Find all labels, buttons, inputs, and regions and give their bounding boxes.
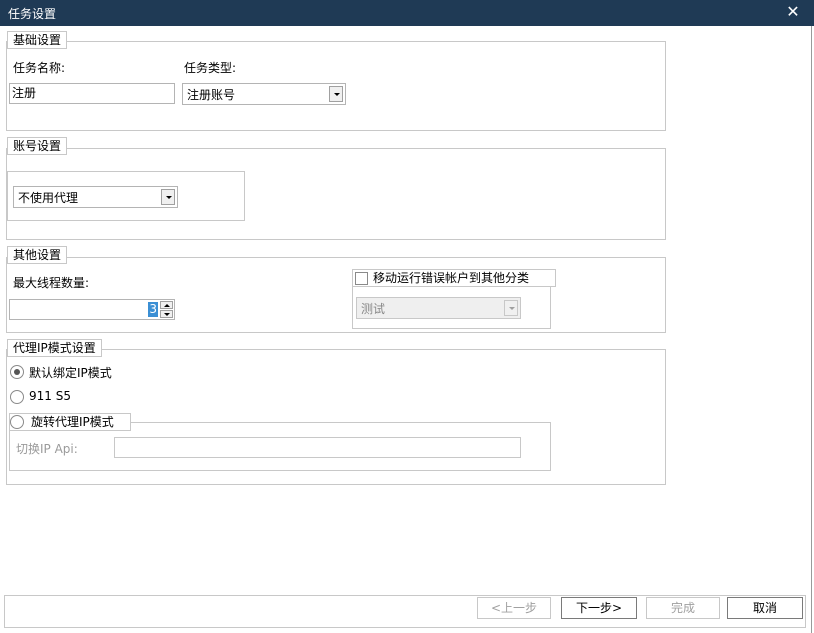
category-select: 测试 [356, 297, 521, 319]
radio-default-bind-ip-label[interactable]: 默认绑定IP模式 [29, 364, 112, 381]
close-icon[interactable]: ✕ [784, 3, 802, 21]
task-name-input[interactable]: 注册 [9, 83, 175, 104]
radio-911-s5[interactable] [10, 390, 24, 404]
switch-ip-api-label: 切换IP Api: [16, 442, 78, 456]
task-name-label: 任务名称: [13, 61, 66, 75]
other-settings-legend: 其他设置 [7, 246, 68, 264]
category-value: 测试 [361, 302, 386, 316]
radio-default-bind-ip[interactable] [10, 365, 24, 379]
max-threads-value: 3 [148, 302, 158, 317]
chevron-down-icon[interactable] [161, 189, 175, 205]
dialog-body: 基础设置 任务名称: 注册 任务类型: 注册账号 账号设置 不使用代理 其他设置… [0, 26, 812, 633]
chevron-down-icon [504, 300, 518, 316]
move-category-legend: 移动运行错误帐户到其他分类 [352, 269, 556, 287]
account-settings-legend: 账号设置 [7, 137, 68, 155]
max-threads-stepper[interactable]: 3 [9, 299, 175, 320]
cancel-button[interactable]: 取消 [727, 597, 803, 619]
task-type-select[interactable]: 注册账号 [182, 83, 346, 105]
chevron-down-icon[interactable] [329, 86, 343, 102]
radio-rotating-ip[interactable] [10, 415, 24, 429]
other-settings-group [6, 257, 666, 333]
finish-button[interactable]: 完成 [646, 597, 720, 619]
prev-button[interactable]: <上一步 [477, 597, 551, 619]
task-type-value: 注册账号 [187, 88, 236, 102]
move-category-label: 移动运行错误帐户到其他分类 [373, 271, 530, 285]
chevron-down-icon[interactable] [160, 310, 173, 318]
title-bar: 任务设置 ✕ [0, 0, 814, 26]
move-category-checkbox[interactable] [355, 272, 368, 285]
rotating-proxy-legend: 旋转代理IP模式 [9, 413, 131, 431]
proxy-select[interactable]: 不使用代理 [13, 186, 178, 208]
window-title: 任务设置 [8, 7, 57, 21]
task-type-label: 任务类型: [184, 61, 237, 75]
max-threads-label: 最大线程数量: [13, 276, 90, 290]
basic-settings-legend: 基础设置 [7, 31, 68, 49]
next-button[interactable]: 下一步> [561, 597, 637, 619]
switch-ip-api-input[interactable] [114, 437, 521, 458]
proxy-ip-legend: 代理IP模式设置 [7, 339, 102, 357]
radio-rotating-ip-label[interactable]: 旋转代理IP模式 [31, 415, 114, 429]
chevron-up-icon[interactable] [160, 301, 173, 309]
radio-911-s5-label[interactable]: 911 S5 [29, 389, 71, 403]
proxy-value: 不使用代理 [18, 191, 79, 205]
